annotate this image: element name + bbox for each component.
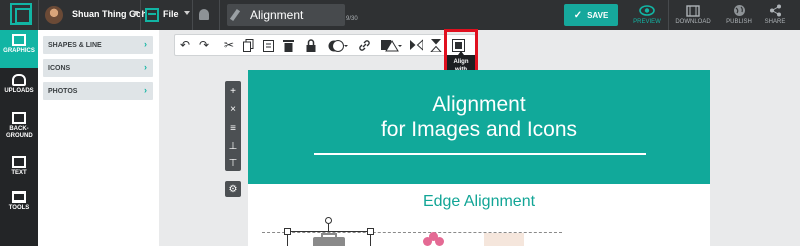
resize-handle[interactable] [284, 228, 291, 235]
rail-item-text[interactable]: TEXT [0, 152, 38, 182]
panel-item-label: SHAPES & LINE [48, 41, 102, 49]
shape-element[interactable] [484, 233, 524, 246]
page-heading-line2[interactable]: for Images and Icons [248, 118, 710, 142]
panel-item-label: ICONS [48, 64, 71, 72]
text-icon [12, 156, 26, 168]
preview-label: PREVIEW [633, 19, 661, 25]
lock-icon[interactable] [305, 38, 317, 52]
send-backward-icon[interactable]: ⊤ [225, 155, 241, 171]
plus-icon[interactable]: + [225, 83, 241, 99]
redo-icon[interactable]: ↷ [197, 38, 211, 52]
cut-icon[interactable]: ✂ [222, 38, 236, 52]
save-button[interactable]: ✓ SAVE [564, 4, 618, 26]
delete-icon[interactable] [282, 38, 294, 52]
publish-label: PUBLISH [726, 19, 752, 25]
rail-item-background[interactable]: BACK- GROUND [0, 108, 38, 148]
tools-icon [12, 191, 26, 203]
preview-button[interactable]: PREVIEW [630, 0, 664, 30]
rail-item-label: TEXT [11, 170, 27, 176]
top-bar: Shuan Thing Goh File Alignment 9/30 ✓ SA… [0, 0, 800, 30]
publish-button[interactable]: PUBLISH [723, 0, 755, 30]
divider [219, 0, 220, 30]
flip-vertical-icon[interactable] [429, 38, 443, 52]
background-icon [12, 112, 26, 124]
copy-icon[interactable] [242, 38, 254, 52]
rail-item-label: GRAPHICS [3, 48, 35, 54]
image-icon [12, 34, 26, 46]
chevron-right-icon: › [144, 39, 147, 49]
share-button[interactable]: SHARE [763, 0, 787, 30]
rotate-line [328, 224, 329, 232]
app-logo-icon[interactable] [10, 3, 32, 25]
link-icon[interactable] [357, 38, 371, 52]
panel-item-photos[interactable]: PHOTOS › [43, 82, 153, 100]
check-icon: ✓ [573, 9, 583, 21]
avatar[interactable] [45, 6, 63, 24]
heading-divider[interactable] [314, 153, 646, 155]
selection-box[interactable] [287, 231, 371, 246]
share-icon [769, 4, 782, 17]
film-download-icon [686, 4, 700, 17]
file-menu[interactable]: File [163, 9, 179, 19]
divider [140, 0, 141, 30]
globe-icon [733, 4, 746, 17]
resize-handle[interactable] [367, 228, 374, 235]
eye-icon [639, 4, 655, 17]
cloud-upload-icon [12, 74, 26, 86]
bring-forward-icon[interactable]: ⊥ [225, 138, 241, 154]
divider [668, 0, 669, 30]
rail-item-graphics[interactable]: GRAPHICS [0, 30, 38, 68]
panel-item-shapes-line[interactable]: SHAPES & LINE › [43, 36, 153, 54]
side-rail: GRAPHICS UPLOADS BACK- GROUND TEXT TOOLS [0, 30, 38, 246]
divider [38, 0, 39, 30]
flip-horizontal-icon[interactable] [409, 38, 423, 52]
rail-item-label: TOOLS [8, 205, 30, 211]
rail-item-uploads[interactable]: UPLOADS [0, 70, 38, 102]
file-icon[interactable] [145, 8, 159, 22]
layers-icon[interactable]: ≡ [225, 120, 241, 136]
flower-icon[interactable] [423, 232, 445, 246]
shape-color-icon[interactable] [379, 38, 403, 52]
panel-item-icons[interactable]: ICONS › [43, 59, 153, 77]
graphics-panel: SHAPES & LINE › ICONS › PHOTOS › [38, 30, 159, 246]
chevron-right-icon: › [144, 62, 147, 72]
paste-icon[interactable] [262, 38, 274, 52]
close-icon[interactable]: × [225, 101, 241, 117]
bell-icon[interactable] [199, 9, 209, 20]
undo-icon[interactable]: ↶ [178, 38, 192, 52]
page-heading-line1[interactable]: Alignment [248, 93, 710, 117]
rotate-handle[interactable] [325, 217, 332, 224]
rail-item-tools[interactable]: TOOLS [0, 187, 38, 217]
title-character-counter: 9/30 [346, 16, 358, 22]
document-title[interactable]: Alignment [250, 8, 303, 22]
page-subheading[interactable]: Edge Alignment [248, 193, 710, 211]
panel-item-label: PHOTOS [48, 87, 78, 95]
share-label: SHARE [764, 19, 786, 25]
rail-item-label: UPLOADS [4, 88, 34, 94]
download-label: DOWNLOAD [675, 19, 711, 25]
divider [192, 0, 193, 30]
chevron-right-icon: › [144, 85, 147, 95]
chevron-down-icon[interactable] [184, 11, 190, 15]
gear-icon[interactable]: ⚙ [225, 181, 241, 197]
rail-item-label: BACK- GROUND [6, 126, 33, 139]
download-button[interactable]: DOWNLOAD [672, 0, 714, 30]
chevron-down-icon[interactable] [133, 11, 139, 15]
app-root: Shuan Thing Goh File Alignment 9/30 ✓ SA… [0, 0, 800, 246]
save-label: SAVE [587, 10, 609, 20]
color-fill-icon[interactable] [327, 38, 349, 52]
